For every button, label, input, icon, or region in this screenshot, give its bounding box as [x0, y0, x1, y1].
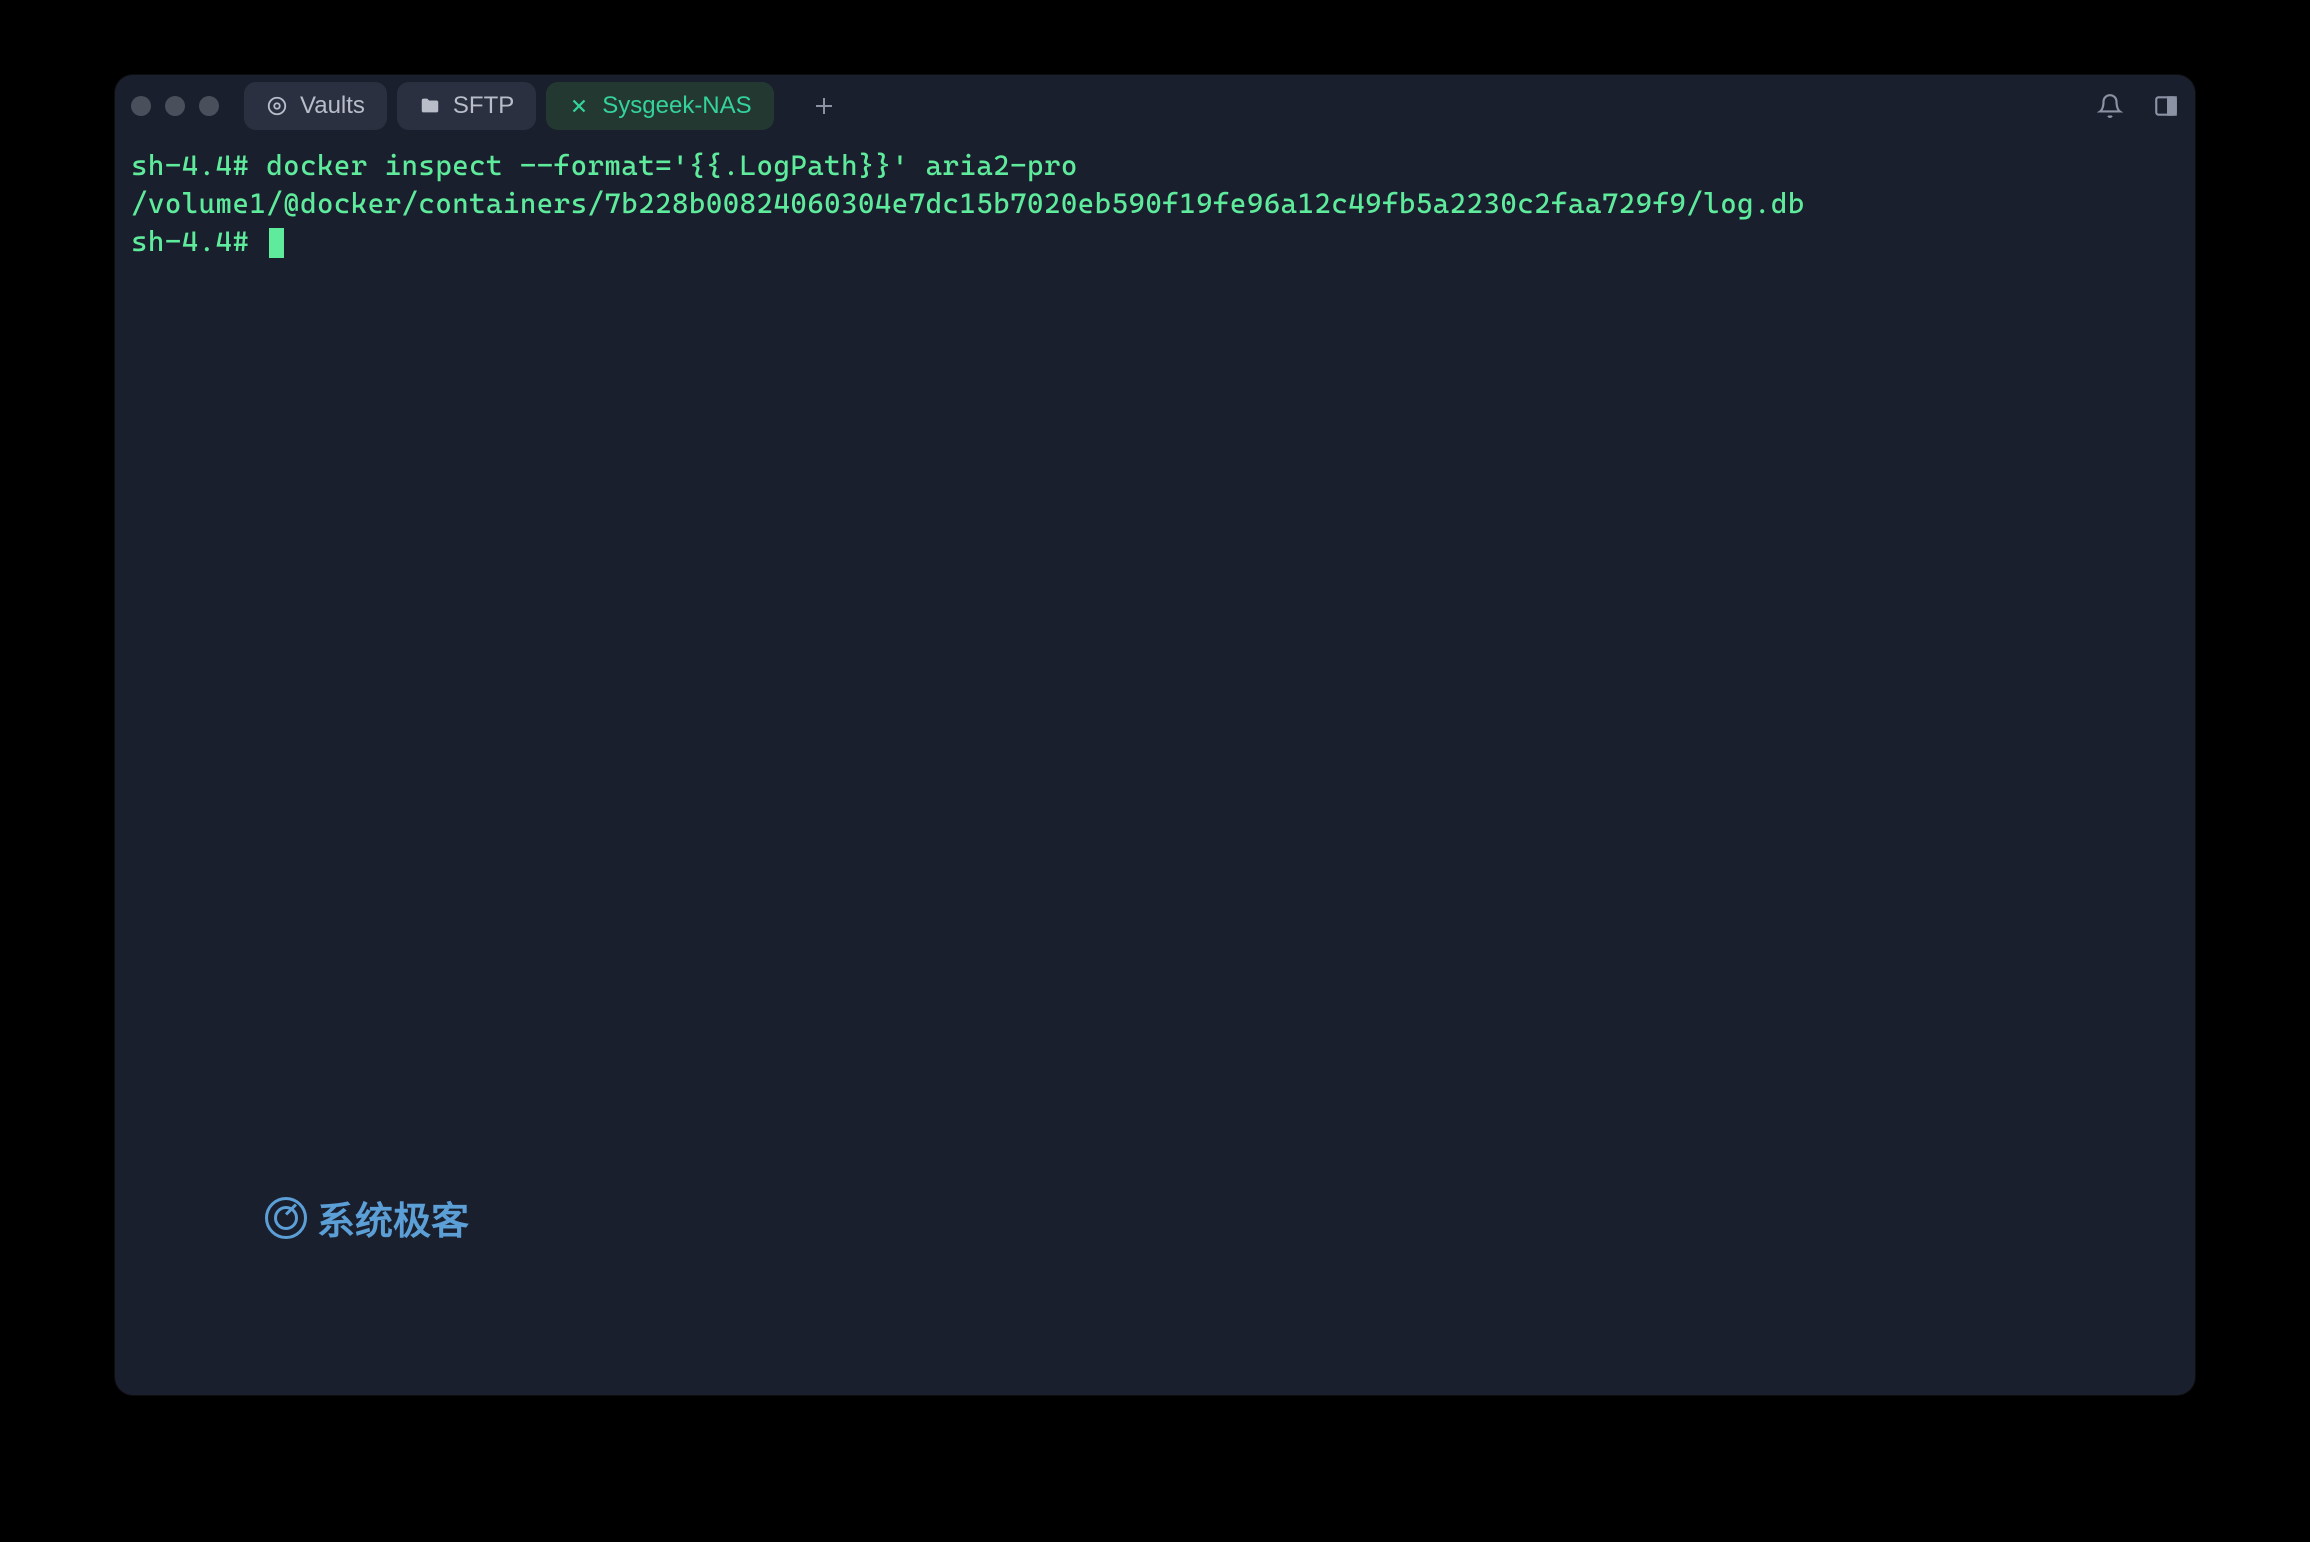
- close-window-button[interactable]: [131, 96, 151, 116]
- watermark-logo-icon: [265, 1197, 307, 1239]
- new-tab-button[interactable]: [804, 86, 844, 126]
- tab-sysgeek-nas[interactable]: Sysgeek-NAS: [546, 82, 773, 130]
- folder-icon: [419, 95, 441, 117]
- tab-vaults[interactable]: Vaults: [244, 82, 387, 130]
- terminal-output: /volume1/@docker/containers/7b228b008240…: [131, 185, 2179, 223]
- tabs-container: Vaults SFTP Sysgeek-NAS: [244, 82, 844, 130]
- terminal-content[interactable]: sh-4.4# docker inspect --format='{{.LogP…: [115, 137, 2195, 270]
- terminal-line: sh-4.4#: [131, 223, 2179, 261]
- traffic-lights: [131, 96, 219, 116]
- watermark: 系统极客: [265, 1190, 469, 1245]
- vault-icon: [266, 95, 288, 117]
- watermark-text: 系统极客: [317, 1190, 469, 1245]
- terminal-window: Vaults SFTP Sysgeek-NAS: [115, 75, 2195, 1395]
- close-icon[interactable]: [568, 95, 590, 117]
- cursor: [269, 228, 284, 258]
- tab-label: SFTP: [453, 92, 514, 120]
- shell-prompt: sh-4.4#: [131, 149, 249, 182]
- tab-label: Sysgeek-NAS: [602, 92, 751, 120]
- terminal-line: sh-4.4# docker inspect --format='{{.LogP…: [131, 147, 2179, 185]
- panel-toggle-icon[interactable]: [2153, 93, 2179, 119]
- shell-prompt: sh-4.4#: [131, 225, 249, 258]
- titlebar: Vaults SFTP Sysgeek-NAS: [115, 75, 2195, 137]
- notifications-icon[interactable]: [2097, 93, 2123, 119]
- minimize-window-button[interactable]: [165, 96, 185, 116]
- tab-sftp[interactable]: SFTP: [397, 82, 536, 130]
- maximize-window-button[interactable]: [199, 96, 219, 116]
- tab-label: Vaults: [300, 92, 365, 120]
- titlebar-right: [2097, 93, 2179, 119]
- shell-command: docker inspect --format='{{.LogPath}}' a…: [266, 149, 1078, 182]
